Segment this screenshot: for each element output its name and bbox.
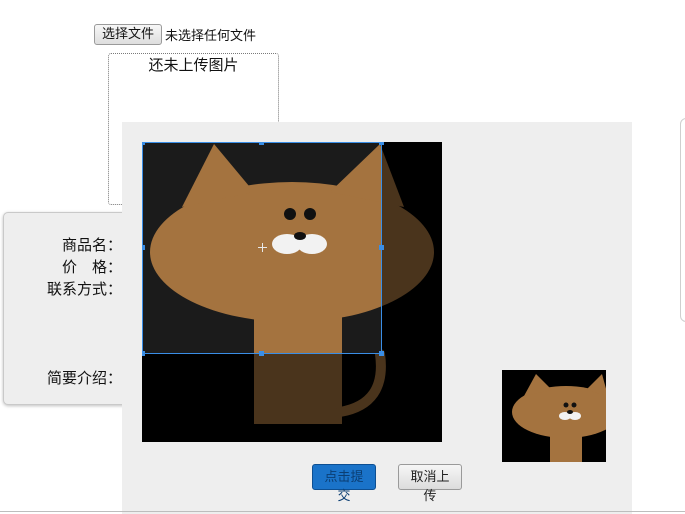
crop-handle-right[interactable]: [379, 245, 384, 250]
crop-handle-top[interactable]: [259, 142, 264, 145]
label-product-name: 商品名：: [61, 236, 122, 254]
label-description: 简要介绍：: [46, 369, 122, 387]
crop-handle-top-left[interactable]: [142, 142, 145, 145]
crop-center-crosshair: [258, 243, 268, 253]
file-upload-row: 选择文件 未选择任何文件: [94, 23, 256, 45]
label-contact: 联系方式：: [46, 280, 122, 298]
file-status-text: 未选择任何文件: [165, 28, 257, 44]
crop-selection-frame[interactable]: [142, 142, 382, 354]
crop-handle-left[interactable]: [142, 245, 145, 250]
submit-button[interactable]: 点击提交: [312, 464, 376, 504]
crop-handle-bottom-right[interactable]: [379, 351, 384, 356]
bottom-divider: [0, 511, 685, 512]
crop-canvas[interactable]: [142, 142, 442, 442]
preview-placeholder-text: 还未上传图片: [148, 56, 239, 74]
crop-handle-bottom-left[interactable]: [142, 351, 145, 356]
crop-preview-thumbnail: [502, 370, 606, 462]
cat-thumbnail-image: [502, 370, 606, 462]
choose-file-button[interactable]: 选择文件: [94, 23, 163, 45]
crop-handle-bottom[interactable]: [259, 351, 264, 356]
image-crop-dialog: 点击提交 取消上传: [122, 122, 632, 514]
cancel-upload-button[interactable]: 取消上传: [398, 464, 462, 504]
label-price: 价 格：: [61, 258, 122, 276]
crop-handle-top-right[interactable]: [379, 142, 384, 145]
side-panel-edge: [680, 118, 685, 322]
